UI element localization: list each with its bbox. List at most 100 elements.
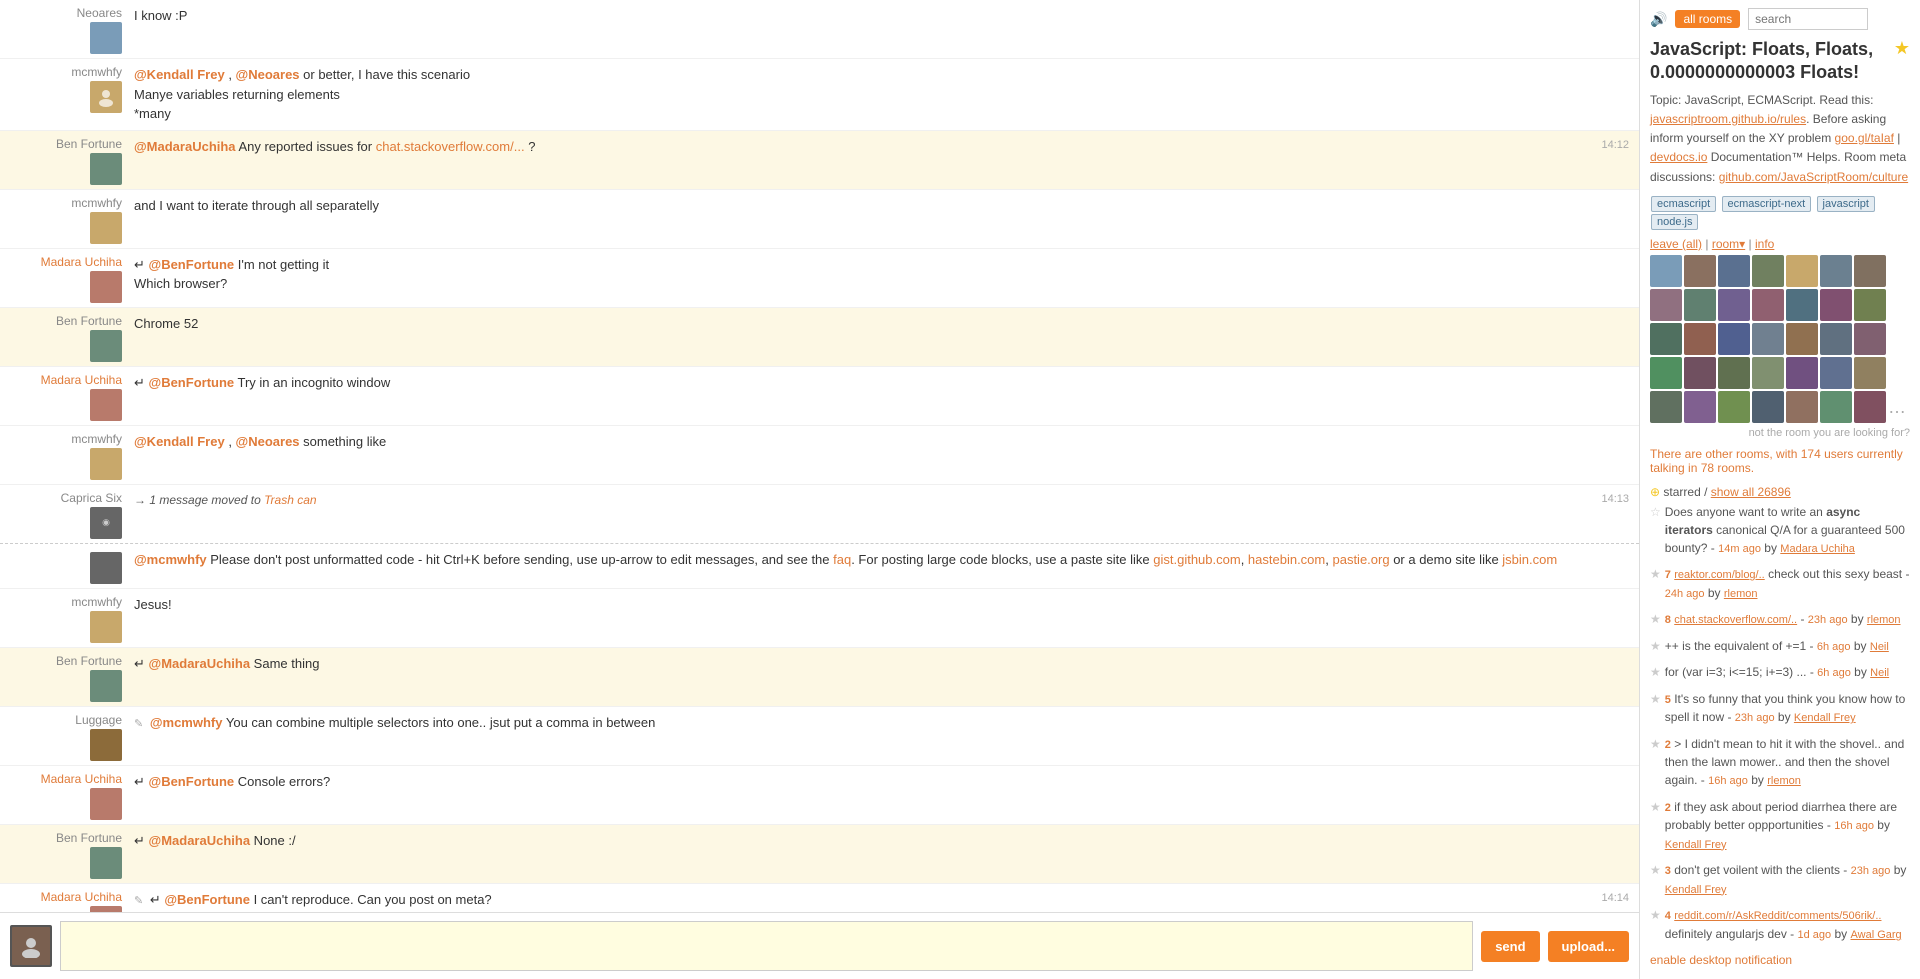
member-avatar (1752, 289, 1784, 321)
enable-notif[interactable]: enable desktop notification (1650, 953, 1910, 967)
author-link[interactable]: Madara Uchiha (1780, 543, 1855, 555)
member-avatar (1786, 357, 1818, 389)
username: Neoares (77, 6, 122, 20)
author-link[interactable]: Kendall Frey (1665, 839, 1727, 851)
member-avatar (1820, 255, 1852, 287)
tags-container: ecmascript ecmascript-next javascript no… (1650, 195, 1910, 231)
message-row: Madara Uchiha ↵ @BenFortune Try in an in… (0, 367, 1639, 426)
trash-link[interactable]: Trash can (264, 493, 316, 507)
room-actions: leave (all) | room▾ | info (1650, 237, 1910, 251)
member-avatar (1854, 255, 1886, 287)
user-avatar-icon (19, 934, 43, 958)
link[interactable]: jsbin.com (1502, 552, 1557, 567)
starred-text: for (var i=3; i<=15; i+=3) ... - 6h ago … (1665, 663, 1889, 682)
username: Madara Uchiha (41, 255, 122, 269)
member-avatar (1684, 255, 1716, 287)
starred-link[interactable]: reaktor.com/blog/.. (1674, 569, 1765, 581)
member-avatar (1752, 323, 1784, 355)
send-button[interactable]: send (1481, 931, 1539, 962)
starred-text: 2 > I didn't mean to hit it with the sho… (1665, 735, 1910, 790)
rules-link[interactable]: javascriptroom.github.io/rules (1650, 112, 1806, 126)
member-avatar (1786, 255, 1818, 287)
mention: @MadaraUchiha (149, 833, 251, 848)
chat-main: Neoares I know :P mcmwhfy @Kendall Frey … (0, 0, 1640, 979)
link[interactable]: pastie.org (1332, 552, 1389, 567)
starred-text: 4 reddit.com/r/AskReddit/comments/506rik… (1665, 906, 1910, 943)
starred-text: 5 It's so funny that you think you know … (1665, 690, 1910, 727)
starred-text: 2 if they ask about period diarrhea ther… (1665, 798, 1910, 854)
message-content: I know :P (130, 4, 1589, 28)
mention: @BenFortune (149, 774, 235, 789)
author-link[interactable]: Neil (1870, 667, 1889, 679)
message-time (1589, 430, 1629, 434)
starred-text: 3 don't get voilent with the clients - 2… (1665, 861, 1910, 898)
message-input[interactable] (60, 921, 1473, 971)
starred-section: ⊕ starred / show all 26896 ☆ Does anyone… (1650, 485, 1910, 944)
upload-button[interactable]: upload... (1548, 931, 1629, 962)
tag-nodejs[interactable]: node.js (1651, 214, 1698, 230)
message-row: Ben Fortune @MadaraUchiha Any reported i… (0, 131, 1639, 190)
username: mcmwhfy (71, 65, 122, 79)
show-all-link[interactable]: show all 26896 (1711, 485, 1791, 499)
leave-all-link[interactable]: leave (all) (1650, 237, 1702, 251)
user-icon (96, 87, 116, 107)
member-avatar (1786, 391, 1818, 423)
avatar-col: Ben Fortune (10, 829, 130, 879)
username: Ben Fortune (56, 654, 122, 668)
avatar-col: Luggage (10, 711, 130, 761)
message-row: Neoares I know :P (0, 0, 1639, 59)
all-rooms-badge[interactable]: all rooms (1675, 10, 1740, 28)
message-content: ↵ @BenFortune Try in an incognito window (130, 371, 1589, 395)
message-content: ↵ @MadaraUchiha Same thing (130, 652, 1589, 676)
avatar (90, 611, 122, 643)
tag-ecmascript-next[interactable]: ecmascript-next (1722, 196, 1812, 212)
tag-ecmascript[interactable]: ecmascript (1651, 196, 1716, 212)
edit-icon: ✎ (134, 895, 143, 907)
starred-link[interactable]: reddit.com/r/AskReddit/comments/506rik/.… (1674, 910, 1881, 922)
message-content: ✎ @mcmwhfy You can combine multiple sele… (130, 711, 1589, 735)
author-link[interactable]: Kendall Frey (1794, 712, 1856, 724)
username: Madara Uchiha (41, 772, 122, 786)
link[interactable]: faq (833, 552, 851, 567)
member-avatar (1684, 357, 1716, 389)
messages-container: Neoares I know :P mcmwhfy @Kendall Frey … (0, 0, 1639, 912)
author-link[interactable]: Neil (1870, 641, 1889, 653)
culture-link[interactable]: github.com/JavaScriptRoom/culture (1719, 170, 1908, 184)
starred-item: ★ 5 It's so funny that you think you kno… (1650, 690, 1910, 727)
starred-link[interactable]: chat.stackoverflow.com/.. (1674, 614, 1797, 626)
message-time (1589, 548, 1629, 552)
message-row: mcmwhfy and I want to iterate through al… (0, 190, 1639, 249)
member-avatar (1854, 289, 1886, 321)
star-icon: ★ (1650, 637, 1661, 655)
mention: @MadaraUchiha (134, 139, 236, 154)
message-time (1589, 652, 1629, 656)
member-avatar (1650, 323, 1682, 355)
link[interactable]: hastebin.com (1248, 552, 1325, 567)
member-avatar (1752, 357, 1784, 389)
member-avatar (1718, 289, 1750, 321)
author-link[interactable]: Awal Garg (1851, 929, 1902, 941)
devdocs-link[interactable]: devdocs.io (1650, 150, 1707, 164)
xy-link[interactable]: goo.gl/taIaf (1835, 131, 1894, 145)
author-link[interactable]: rlemon (1724, 588, 1758, 600)
avatar: ◉ (90, 507, 122, 539)
author-link[interactable]: Kendall Frey (1665, 884, 1727, 896)
search-input[interactable] (1748, 8, 1868, 30)
info-link[interactable]: info (1755, 237, 1774, 251)
tag-javascript[interactable]: javascript (1817, 196, 1875, 212)
room-meta: Topic: JavaScript, ECMAScript. Read this… (1650, 91, 1910, 187)
star-icon[interactable]: ★ (1894, 38, 1910, 59)
link[interactable]: gist.github.com (1153, 552, 1240, 567)
star-icon: ★ (1650, 690, 1661, 708)
mention: @mcmwhfy (150, 715, 223, 730)
message-content: @MadaraUchiha Any reported issues for ch… (130, 135, 1589, 159)
link[interactable]: chat.stackoverflow.com/... (376, 139, 525, 154)
room-link[interactable]: room▾ (1712, 237, 1745, 251)
message-content: Chrome 52 (130, 312, 1589, 336)
avatar (90, 389, 122, 421)
avatar-col: Neoares (10, 4, 130, 54)
author-link[interactable]: rlemon (1767, 775, 1801, 787)
member-avatar (1650, 289, 1682, 321)
author-link[interactable]: rlemon (1867, 614, 1901, 626)
username: Luggage (75, 713, 122, 727)
